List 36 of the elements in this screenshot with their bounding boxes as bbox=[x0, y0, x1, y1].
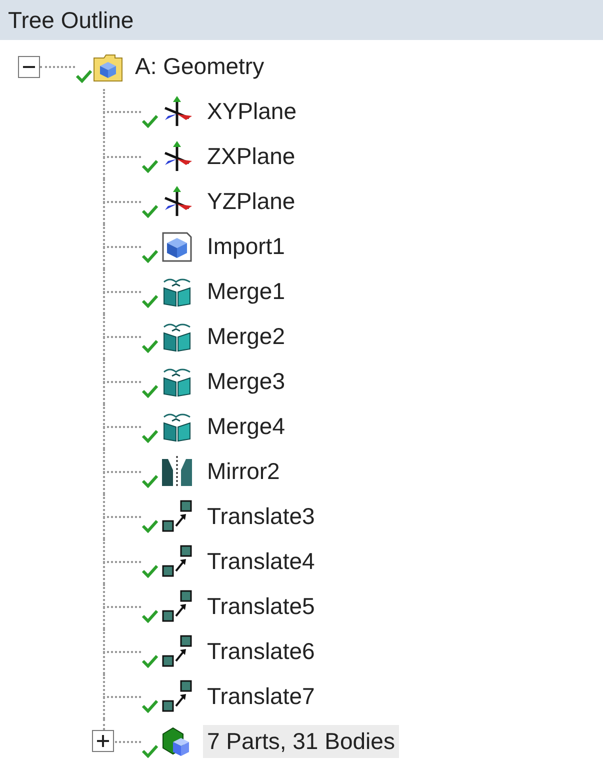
tree-item[interactable]: YZPlane bbox=[203, 185, 300, 218]
check-icon bbox=[141, 564, 159, 578]
tree-item[interactable]: Translate3 bbox=[203, 500, 319, 533]
check-icon bbox=[141, 114, 159, 128]
check-icon bbox=[141, 699, 159, 713]
check-icon bbox=[141, 744, 159, 758]
check-icon bbox=[141, 654, 159, 668]
expand-icon[interactable] bbox=[92, 730, 114, 752]
tree-item[interactable]: Translate5 bbox=[203, 590, 319, 623]
tree-item[interactable]: Translate4 bbox=[203, 545, 319, 578]
collapse-icon[interactable] bbox=[18, 56, 40, 78]
tree-item[interactable]: Mirror2 bbox=[203, 455, 284, 488]
check-icon bbox=[141, 159, 159, 173]
tree-item[interactable]: Merge1 bbox=[203, 275, 289, 308]
tree-item[interactable]: 7 Parts, 31 Bodies bbox=[203, 725, 399, 758]
check-icon bbox=[141, 204, 159, 218]
folder-icon bbox=[93, 52, 123, 82]
tree-item[interactable]: Import1 bbox=[203, 230, 289, 263]
panel-title: Tree Outline bbox=[8, 6, 134, 34]
check-icon bbox=[141, 429, 159, 443]
tree-item[interactable]: XYPlane bbox=[203, 95, 301, 128]
check-icon bbox=[141, 294, 159, 308]
check-icon bbox=[141, 384, 159, 398]
check-icon bbox=[75, 69, 93, 83]
tree-item[interactable]: Translate6 bbox=[203, 635, 319, 668]
tree-item[interactable]: Merge4 bbox=[203, 410, 289, 443]
check-icon bbox=[141, 474, 159, 488]
check-icon bbox=[141, 339, 159, 353]
check-icon bbox=[141, 249, 159, 263]
tree-item[interactable]: A: Geometry bbox=[131, 50, 268, 83]
tree-item[interactable]: Merge3 bbox=[203, 365, 289, 398]
tree-item[interactable]: ZXPlane bbox=[203, 140, 300, 173]
check-icon bbox=[141, 519, 159, 533]
tree-item[interactable]: Merge2 bbox=[203, 320, 289, 353]
tree-item[interactable]: Translate7 bbox=[203, 680, 319, 713]
check-icon bbox=[141, 609, 159, 623]
